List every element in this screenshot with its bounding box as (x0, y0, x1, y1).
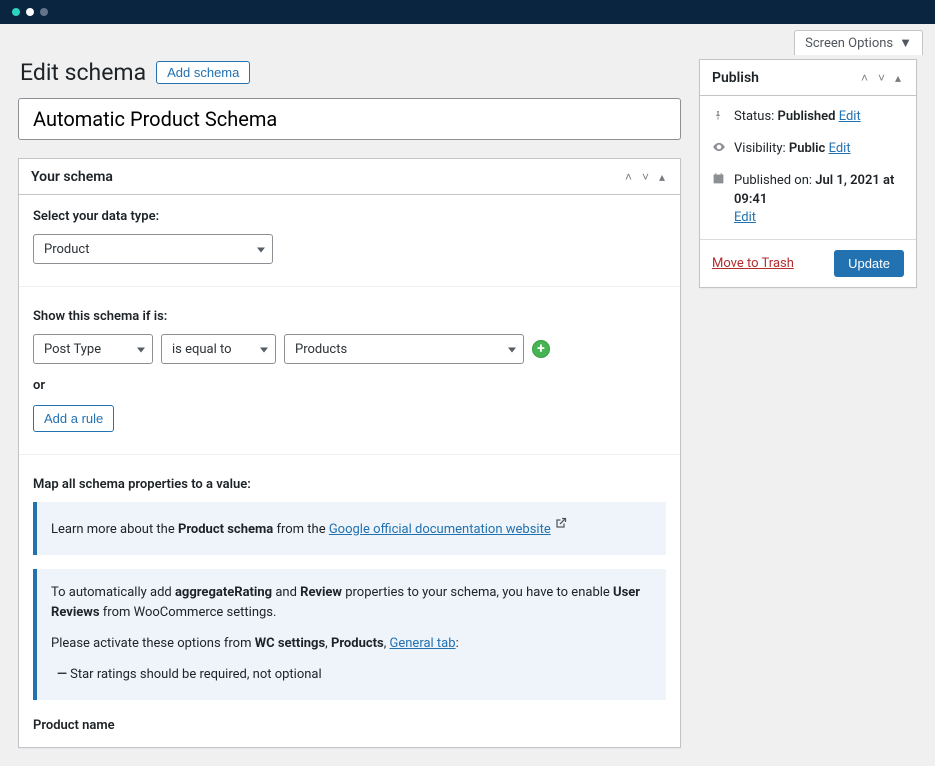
screen-options-label: Screen Options (805, 36, 893, 51)
pin-icon (712, 108, 726, 128)
screen-options-button[interactable]: Screen Options ▼ (794, 30, 923, 55)
learn-more-notice: Learn more about the Product schema from… (33, 502, 666, 555)
publish-header: Publish ˄ ˅ ▴ (700, 60, 916, 96)
chevron-down-icon: ▼ (899, 35, 912, 51)
data-type-select[interactable]: Product (33, 234, 273, 264)
calendar-icon (712, 172, 726, 191)
rule-field-select[interactable]: Post Type (33, 334, 153, 364)
woocommerce-notice: To automatically add aggregateRating and… (33, 569, 666, 700)
edit-date-link[interactable]: Edit (734, 210, 756, 225)
panel-toggle-icon[interactable]: ▴ (892, 71, 904, 85)
edit-status-link[interactable]: Edit (839, 109, 861, 124)
panel-toggle-icon[interactable]: ▴ (656, 170, 668, 184)
external-link-icon (555, 516, 567, 537)
move-to-trash-link[interactable]: Move to Trash (712, 256, 794, 271)
panel-down-icon[interactable]: ˅ (639, 170, 652, 184)
add-rule-icon[interactable]: + (532, 340, 550, 358)
your-schema-header: Your schema ˄ ˅ ▴ (19, 159, 680, 195)
rule-operator-select[interactable]: is equal to (161, 334, 276, 364)
panel-down-icon[interactable]: ˅ (875, 71, 888, 85)
show-schema-label: Show this schema if is: (33, 309, 666, 324)
add-rule-button[interactable]: Add a rule (33, 405, 114, 432)
notice-bullet: Star ratings should be required, not opt… (57, 665, 652, 686)
update-button[interactable]: Update (834, 250, 904, 277)
window-dot (26, 8, 34, 16)
or-text: or (33, 378, 666, 393)
general-tab-link[interactable]: General tab (390, 636, 456, 651)
data-type-label: Select your data type: (33, 209, 666, 224)
eye-icon (712, 140, 726, 160)
publish-panel: Publish ˄ ˅ ▴ Status: Published Edit (699, 59, 917, 288)
panel-up-icon[interactable]: ˄ (622, 170, 635, 184)
add-schema-button[interactable]: Add schema (156, 61, 250, 84)
publish-title: Publish (712, 70, 759, 86)
google-docs-link[interactable]: Google official documentation website (329, 522, 551, 537)
product-name-label: Product name (33, 718, 666, 733)
edit-visibility-link[interactable]: Edit (829, 141, 851, 156)
your-schema-title: Your schema (31, 169, 113, 185)
window-dot (40, 8, 48, 16)
map-properties-label: Map all schema properties to a value: (33, 477, 666, 492)
your-schema-panel: Your schema ˄ ˅ ▴ Select your data type:… (18, 158, 681, 748)
page-title: Edit schema (20, 59, 146, 86)
schema-title-input[interactable] (18, 98, 681, 140)
window-dot (12, 8, 20, 16)
panel-up-icon[interactable]: ˄ (858, 71, 871, 85)
window-titlebar (0, 0, 935, 24)
rule-value-select[interactable]: Products (284, 334, 524, 364)
